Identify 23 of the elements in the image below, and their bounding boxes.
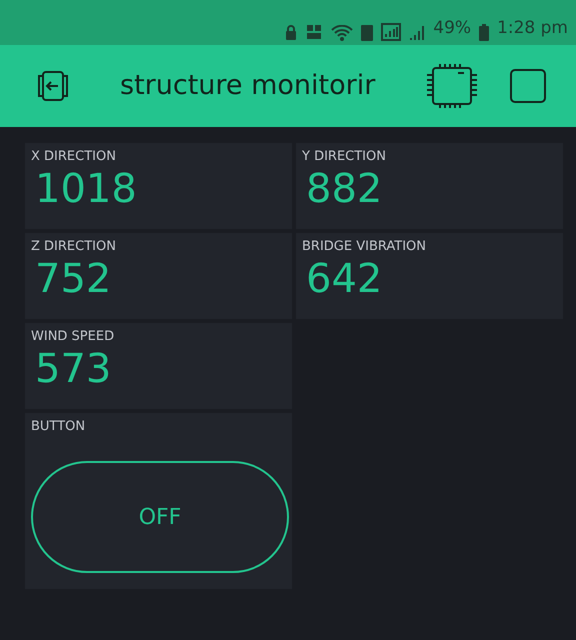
project-title: structure monitorir [120, 68, 376, 103]
widget-value: 642 [305, 255, 384, 303]
widget-label: BRIDGE VIBRATION [302, 239, 427, 255]
widget-value: 752 [34, 255, 112, 303]
lock-icon [285, 25, 298, 41]
widget-value: 573 [34, 345, 112, 393]
wifi-icon [331, 25, 354, 41]
signal-icon [409, 25, 426, 41]
clock-time: 1:28 pm [497, 16, 568, 40]
widget-label: Z DIRECTION [31, 239, 117, 255]
battery-icon [479, 24, 490, 41]
toggle-button[interactable]: OFF [31, 461, 289, 573]
widget-label: WIND SPEED [31, 329, 116, 345]
battery-percent: 49% [433, 16, 472, 40]
exit-icon[interactable] [36, 70, 70, 102]
widget-value: 1018 [34, 165, 138, 213]
widget-label: Y DIRECTION [302, 149, 387, 165]
stop-icon[interactable] [510, 69, 546, 103]
widget-label: X DIRECTION [31, 149, 117, 165]
chip-icon[interactable] [426, 63, 478, 109]
widget-label: BUTTON [31, 419, 86, 435]
signal-icon [381, 23, 402, 41]
widget-value: 882 [305, 165, 384, 213]
